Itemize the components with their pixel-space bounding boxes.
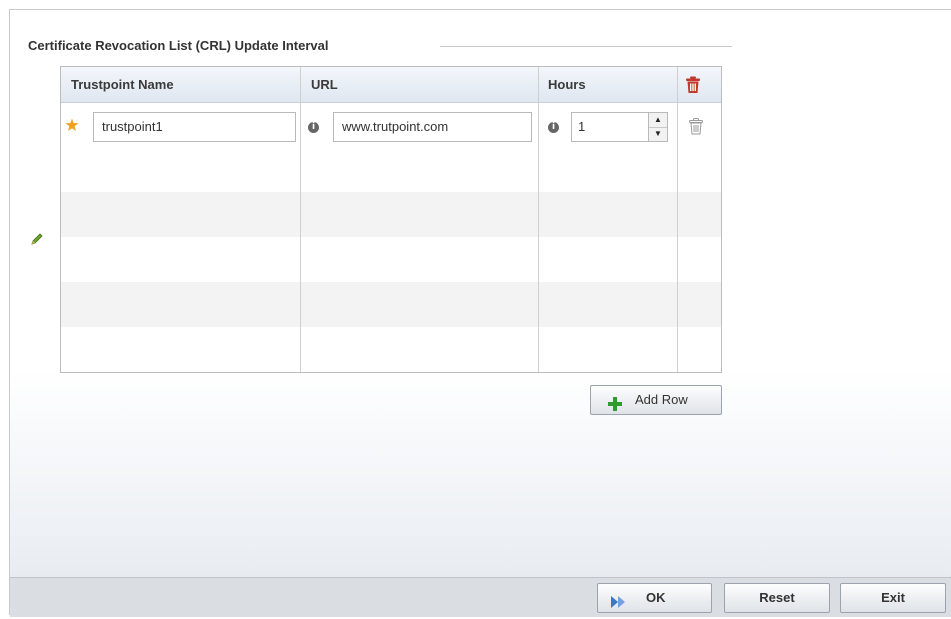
grid-empty-row: [61, 192, 721, 237]
col-divider: [538, 67, 539, 372]
info-icon: i: [308, 122, 319, 133]
info-icon: i: [548, 122, 559, 133]
header-hours[interactable]: Hours: [548, 67, 586, 102]
col-divider: [677, 67, 678, 372]
stepper-up-icon[interactable]: ▲: [649, 113, 667, 128]
footer-bar: OK Reset Exit: [10, 577, 951, 617]
hours-stepper[interactable]: ▲ ▼: [648, 113, 667, 141]
url-input[interactable]: www.trutpoint.com: [333, 112, 532, 142]
header-url[interactable]: URL: [311, 67, 338, 102]
col-divider: [300, 67, 301, 372]
trash-red-icon[interactable]: [685, 76, 701, 94]
pencil-icon[interactable]: [30, 232, 44, 246]
plus-icon: [608, 393, 622, 411]
required-star-icon: [65, 118, 79, 132]
hours-value: 1: [578, 119, 586, 134]
grid-empty-row: [61, 282, 721, 327]
grid-header: Trustpoint Name URL Hours: [61, 67, 721, 103]
ok-label: OK: [646, 590, 666, 605]
header-trustpoint-name[interactable]: Trustpoint Name: [71, 67, 174, 102]
group-divider: [440, 46, 732, 47]
reset-button[interactable]: Reset: [724, 583, 830, 613]
group-title: Certificate Revocation List (CRL) Update…: [28, 38, 329, 53]
trash-grey-icon[interactable]: [689, 118, 703, 135]
double-arrow-icon: [610, 591, 628, 608]
stepper-down-icon[interactable]: ▼: [649, 127, 667, 141]
ok-button[interactable]: OK: [597, 583, 712, 613]
exit-button[interactable]: Exit: [840, 583, 946, 613]
add-row-button[interactable]: Add Row: [590, 385, 722, 415]
hours-input[interactable]: 1 ▲ ▼: [571, 112, 668, 142]
trustpoint-grid: Trustpoint Name URL Hours trustpoint1 i …: [60, 66, 722, 373]
crl-panel: Certificate Revocation List (CRL) Update…: [9, 9, 951, 617]
add-row-label: Add Row: [635, 392, 688, 407]
trustpoint-name-input[interactable]: trustpoint1: [93, 112, 296, 142]
